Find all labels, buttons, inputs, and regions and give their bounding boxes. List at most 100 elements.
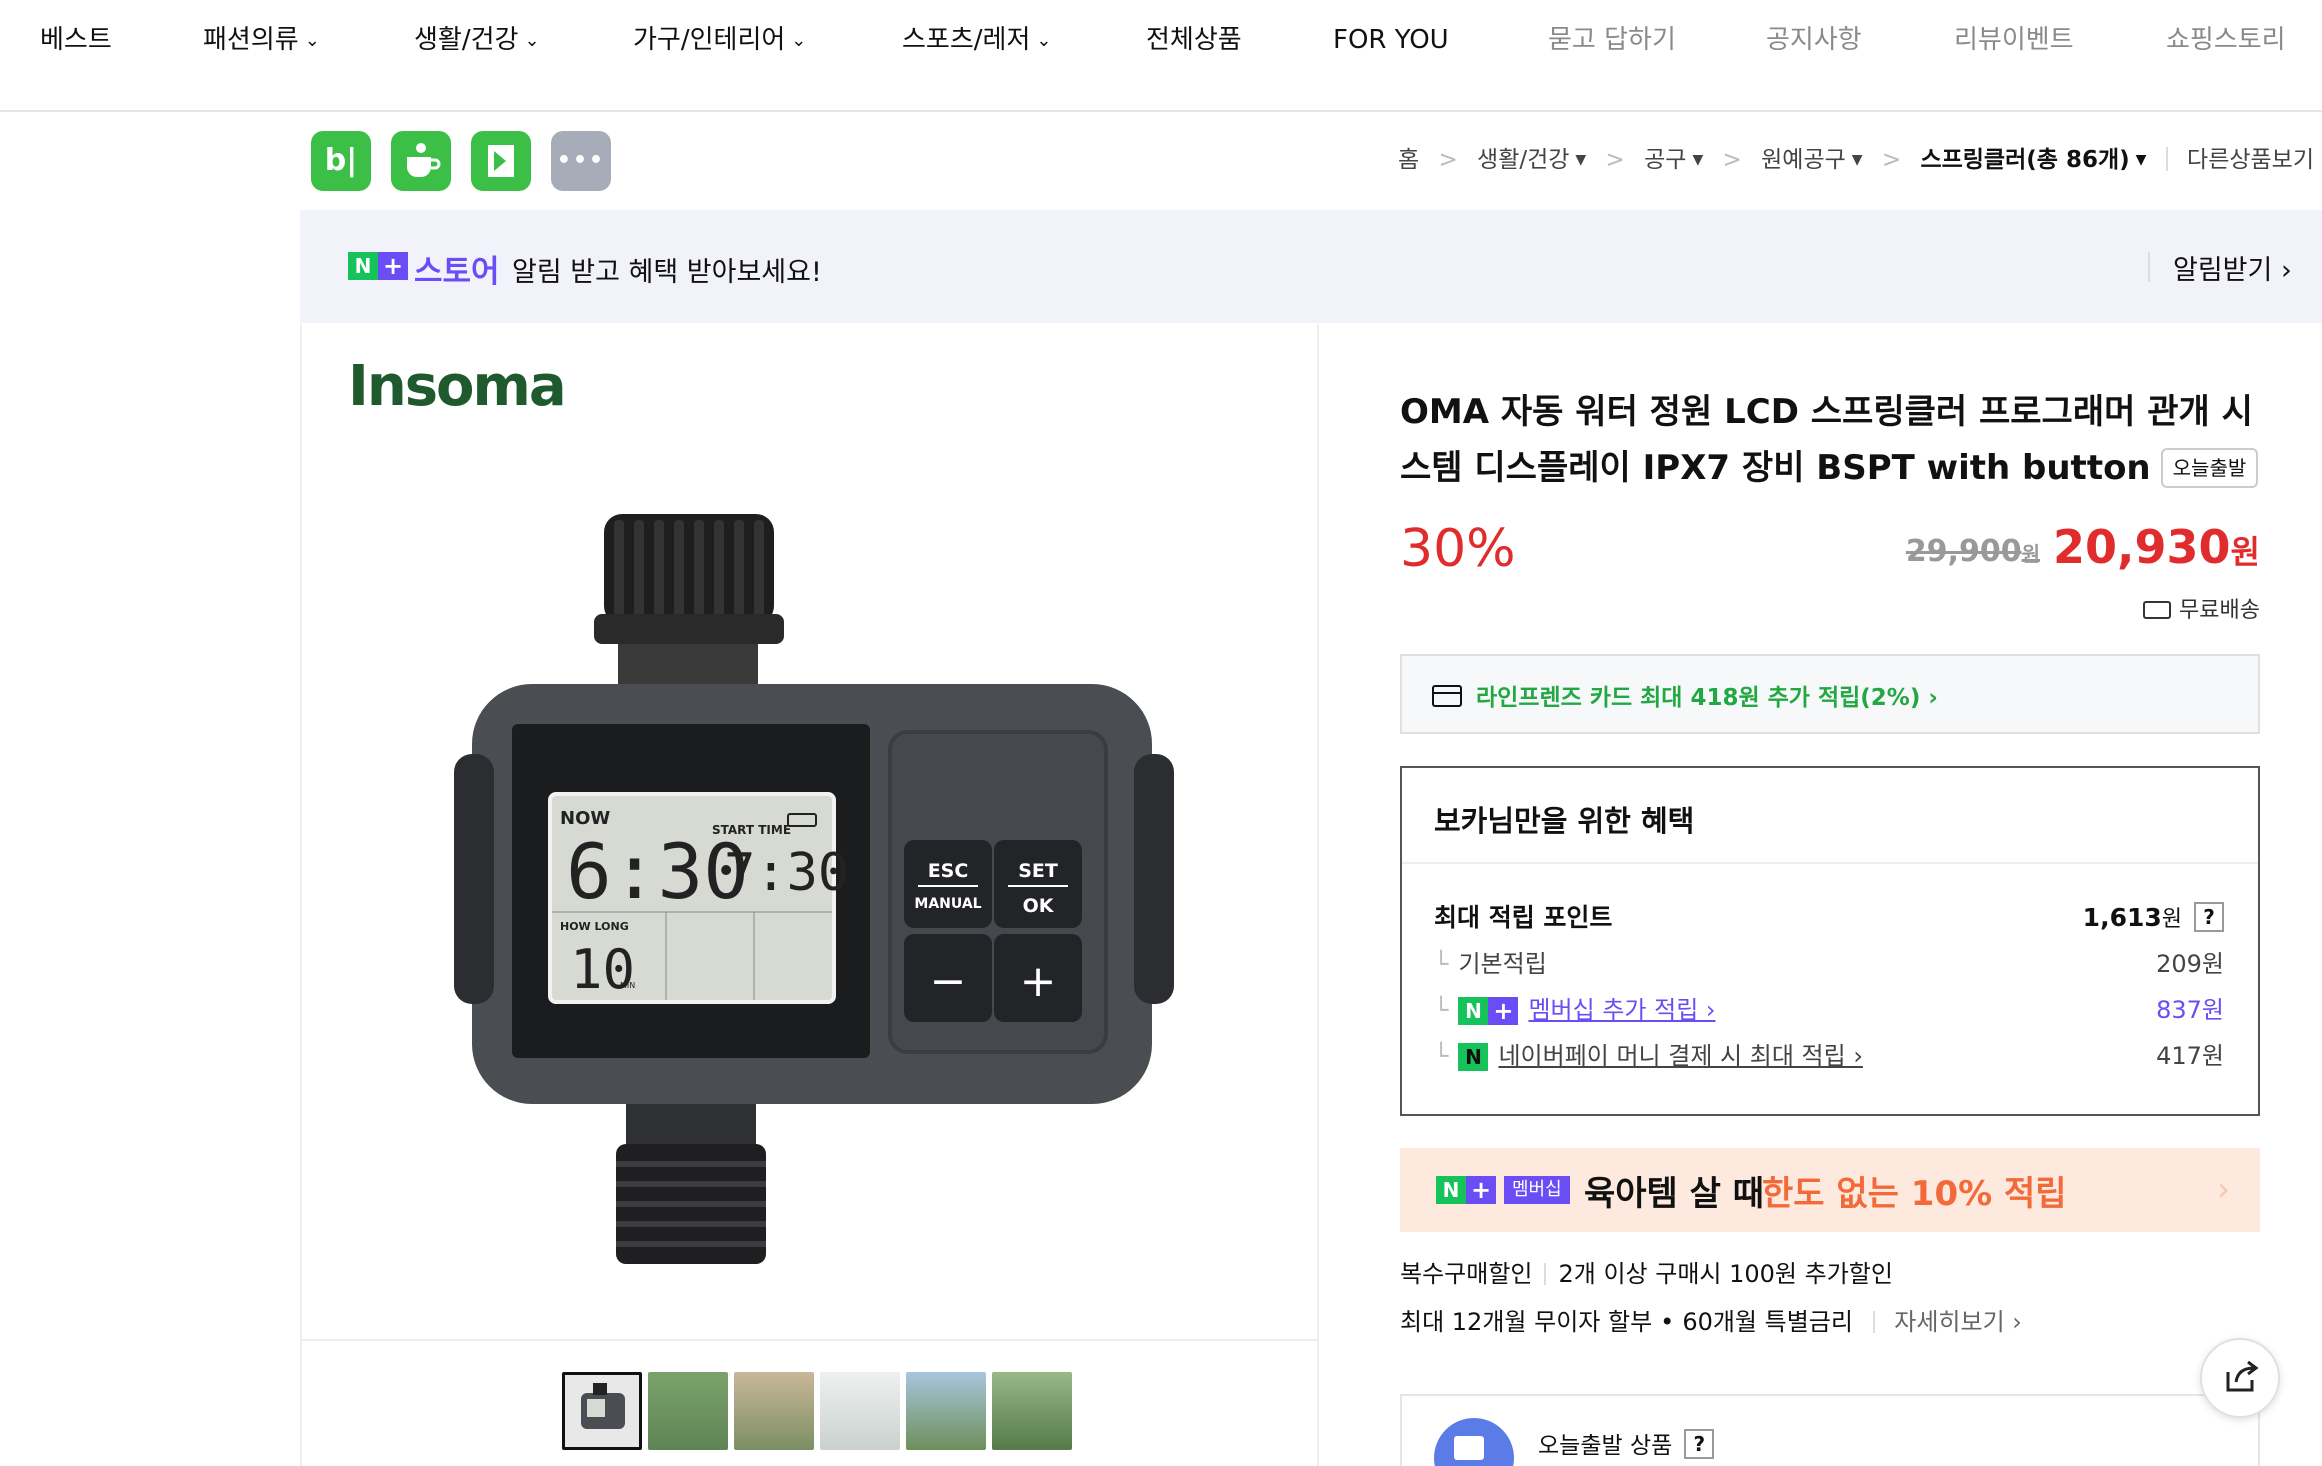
chevron-right-icon: › (2217, 1170, 2230, 1208)
nav-item-for-you[interactable]: FOR YOU (1333, 20, 1449, 60)
thumbnail-image (581, 1383, 625, 1429)
naver-plus-logo-icon: N + (1436, 1176, 1496, 1204)
screen-now-label: NOW (560, 808, 610, 829)
today-shipping-label: 오늘출발 상품? (1538, 1426, 1715, 1460)
chevron-down-icon: ⌄ (1036, 30, 1052, 51)
screen-start-label: START TIME (712, 823, 791, 837)
product-title: OMA 자동 워터 정원 LCD 스프링클러 프로그래머 관개 시스템 디스플레… (1400, 384, 2260, 496)
breadcrumb: 홈 > 생활/건강 ▼ > 공구 ▼ > 원예공구 ▼ > 스프링클러(총 86개) ▼… (1398, 142, 2314, 178)
plus-icon: + (1020, 956, 1057, 1007)
benefits-header: 보카님만을 위한 혜택 (1402, 768, 2258, 864)
member-benefits-box: 보카님만을 위한 혜택 최대 적립 포인트 1,613원? └ 기본적립 209원… (1400, 766, 2260, 1116)
nav-item-furniture[interactable]: 가구/인테리어 ⌄ (633, 20, 806, 60)
nav-item-shopping-story[interactable]: 쇼핑스토리 (2166, 20, 2286, 60)
promo-highlight: 한도 없는 10% 적립 (1762, 1174, 2067, 1214)
nav-item-best[interactable]: 베스트 (40, 20, 112, 60)
nav-item-review-event[interactable]: 리뷰이벤트 (1954, 20, 2074, 60)
caret-down-icon: ▼ (2135, 152, 2147, 168)
alert-message: 알림 받고 혜택 받아보세요! (512, 257, 822, 288)
truck-icon (2143, 601, 2172, 619)
screen-current-time: 6:30 (566, 827, 749, 916)
thumbnail-5[interactable] (906, 1372, 986, 1450)
more-apps-icon[interactable]: ••• (551, 131, 611, 191)
chevron-right-icon: › (2280, 255, 2292, 286)
sale-price: 20,930원 (2053, 520, 2260, 574)
breadcrumb-separator: > (1881, 147, 1902, 173)
nav-item-fashion[interactable]: 패션의류 ⌄ (203, 20, 320, 60)
promo-text: 육아템 살 때 (1584, 1174, 1765, 1214)
today-shipping-badge: 오늘출발 (2160, 448, 2259, 488)
brand-logo: Insoma (348, 354, 567, 419)
top-navigation: 베스트 패션의류 ⌄ 생활/건강 ⌄ 가구/인테리어 ⌄ 스포츠/레저 ⌄ 전체상품 F… (0, 0, 2322, 112)
screen-duration: 10 (570, 938, 635, 1001)
max-points-row: 최대 적립 포인트 1,613원? (1434, 898, 2224, 938)
ok-button-label: OK (1023, 895, 1055, 917)
breadcrumb-category-3[interactable]: 원예공구 ▼ (1761, 147, 1862, 173)
product-info-panel: OMA 자동 워터 정원 LCD 스프링클러 프로그래머 관개 시스템 디스플레… (1400, 324, 2260, 1466)
esc-button-label: ESC (928, 860, 969, 882)
naverpay-points-link[interactable]: 네이버페이 머니 결제 시 최대 적립 › (1498, 1042, 1863, 1070)
breadcrumb-category-2[interactable]: 공구 ▼ (1644, 147, 1703, 173)
kakao-story-app-icon[interactable] (471, 131, 531, 191)
membership-tag: 멤버십 (1504, 1176, 1570, 1204)
card-offer-banner[interactable]: 라인프렌즈 카드 최대 418원 추가 적립(2%) › (1400, 654, 2260, 734)
nav-item-notice[interactable]: 공지사항 (1766, 20, 1862, 60)
naver-pay-icon: N (1458, 1043, 1489, 1071)
caret-down-icon: ▼ (1692, 152, 1704, 168)
breadcrumb-category-1[interactable]: 생활/건강 ▼ (1477, 147, 1586, 173)
installment-detail-link[interactable]: 자세히보기 › (1894, 1308, 2022, 1336)
breadcrumb-separator: > (1722, 147, 1742, 173)
thumbnail-1[interactable] (562, 1372, 642, 1450)
membership-points-link[interactable]: 멤버십 추가 적립 › (1528, 996, 1715, 1024)
today-shipping-icon (1434, 1418, 1514, 1466)
set-button-label: SET (1018, 860, 1058, 882)
manual-button-label: MANUAL (914, 896, 981, 912)
nav-item-qna[interactable]: 묻고 답하기 (1548, 20, 1676, 60)
help-icon[interactable]: ? (2194, 902, 2224, 932)
thumbnail-4[interactable] (820, 1372, 900, 1450)
nav-item-all-products[interactable]: 전체상품 (1146, 20, 1242, 60)
other-products-link[interactable]: 다른상품보기 (2187, 147, 2314, 173)
naverpay-points-row: └ N 네이버페이 머니 결제 시 최대 적립 › 417원 (1434, 1042, 2224, 1071)
caret-down-icon: ▼ (1575, 152, 1587, 168)
card-offer-text: 라인프렌즈 카드 최대 418원 추가 적립(2%) › (1476, 685, 1938, 711)
membership-promo-banner[interactable]: N + 멤버십 육아템 살 때 한도 없는 10% 적립 › (1400, 1148, 2260, 1232)
caret-down-icon: ▼ (1851, 152, 1863, 168)
breadcrumb-category-4[interactable]: 스프링클러(총 86개) ▼ (1920, 147, 2146, 173)
original-price: 29,900원 (1905, 534, 2040, 569)
thumbnail-3[interactable] (734, 1372, 814, 1450)
store-label: 스토어 (414, 254, 500, 290)
screen-start-time: 7:30 (724, 843, 849, 903)
breadcrumb-home[interactable]: 홈 (1398, 147, 1419, 173)
screen-unit: MIN (620, 981, 635, 990)
membership-points-row: └ N + 멤버십 추가 적립 › 837원 (1434, 996, 2224, 1025)
discount-rate: 30% (1400, 519, 1516, 579)
base-points-row: └ 기본적립 209원 (1434, 950, 2224, 978)
thumbnail-2[interactable] (648, 1372, 728, 1450)
credit-card-icon (1432, 685, 1462, 707)
installment-info: 최대 12개월 무이자 할부 • 60개월 특별금리 자세히보기 › (1400, 1308, 2022, 1336)
chevron-down-icon: ⌄ (524, 30, 540, 51)
naver-plus-logo-icon: N + (348, 252, 408, 280)
product-gallery: Insoma NOW 6:30 START TIME 7:30 HOW LONG… (300, 324, 1319, 1466)
cup-icon (407, 143, 441, 177)
screen-howlong-label: HOW LONG (560, 920, 629, 933)
help-icon[interactable]: ? (1684, 1429, 1715, 1459)
minus-icon: − (930, 956, 967, 1007)
receive-alert-button[interactable]: 알림받기 › (2173, 248, 2292, 287)
share-icon (2226, 1360, 2259, 1392)
share-button[interactable] (2200, 1338, 2280, 1418)
blog-app-icon[interactable]: b| (311, 131, 371, 191)
product-main-image[interactable]: NOW 6:30 START TIME 7:30 HOW LONG 10 MIN… (442, 494, 1182, 1294)
cafe-app-icon[interactable] (391, 131, 451, 191)
naver-plus-logo-icon: N + (1458, 997, 1519, 1025)
chevron-down-icon: ⌄ (791, 30, 807, 51)
chevron-down-icon: ⌄ (304, 30, 320, 51)
thumbnail-6[interactable] (992, 1372, 1072, 1450)
store-alert-banner: N + 스토어 알림 받고 혜택 받아보세요! 알림받기 › (300, 210, 2322, 323)
nav-item-living-health[interactable]: 생활/건강 ⌄ (414, 20, 540, 60)
bookmark-icon (488, 145, 514, 177)
divider (2165, 147, 2168, 171)
nav-item-sports[interactable]: 스포츠/레저 ⌄ (902, 20, 1051, 60)
divider (302, 1339, 1319, 1341)
